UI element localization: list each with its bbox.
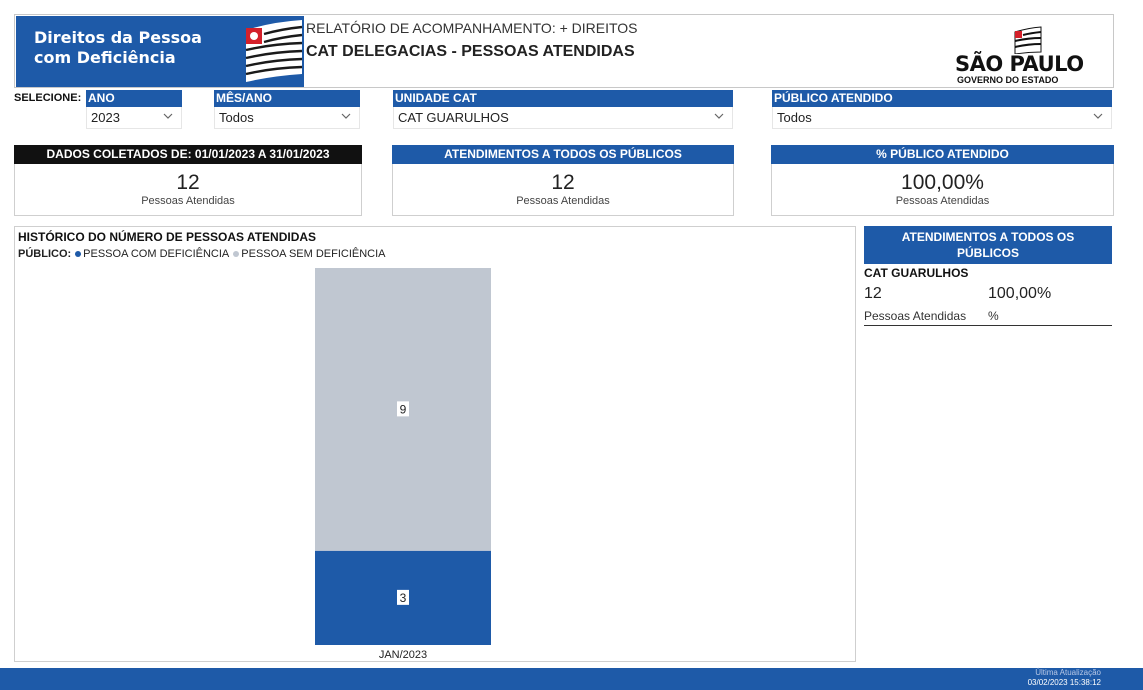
svg-text:9: 9	[400, 402, 407, 416]
sp-flag-icon	[242, 16, 304, 87]
side-panel-count: 12	[864, 285, 882, 302]
publico-atendido-dropdown[interactable]: Todos	[772, 107, 1112, 129]
slicer-mes-ano: MÊS/ANO Todos	[214, 90, 360, 129]
side-panel-percent: 100,00%	[988, 285, 1052, 302]
unidade-cat-dropdown[interactable]: CAT GUARULHOS	[393, 107, 733, 129]
brand-title-line1: Direitos da Pessoa	[34, 28, 202, 47]
card-percent-value: 100,00%	[901, 171, 984, 194]
side-panel-header-line2: PÚBLICOS	[956, 246, 1019, 260]
chevron-down-icon	[341, 113, 351, 119]
slicer-unidade-cat-label: UNIDADE CAT	[393, 90, 733, 107]
brand-title-line2: com Deficiência	[34, 48, 176, 67]
side-panel-divider	[864, 325, 1112, 326]
card-percent-caption: Pessoas Atendidas	[895, 195, 990, 207]
legend-marker	[75, 250, 82, 257]
card-period-value: 12	[176, 171, 200, 194]
slicer-mes-ano-label: MÊS/ANO	[214, 90, 360, 107]
card-percent-header: % PÚBLICO ATENDIDO	[771, 145, 1114, 164]
slicer-ano-label: ANO	[86, 90, 182, 107]
card-all-publics-caption: Pessoas Atendidas	[516, 195, 610, 207]
side-panel-count-caption: Pessoas Atendidas	[864, 309, 967, 323]
card-period: 12 Pessoas Atendidas	[14, 164, 362, 216]
ano-dropdown[interactable]: 2023	[86, 107, 182, 129]
chevron-down-icon	[714, 113, 724, 119]
side-panel-header: ATENDIMENTOS A TODOS OS PÚBLICOS	[864, 226, 1112, 264]
card-all-publics: 12 Pessoas Atendidas	[392, 164, 734, 216]
report-title: RELATÓRIO DE ACOMPANHAMENTO: + DIREITOS	[306, 20, 638, 36]
sao-paulo-logo: SÃO PAULO GOVERNO DO ESTADO	[955, 26, 1085, 86]
slicer-publico-atendido: PÚBLICO ATENDIDO Todos	[772, 90, 1112, 129]
chart-legend: PÚBLICO: PESSOA COM DEFICIÊNCIA PESSOA SEM…	[18, 248, 386, 260]
legend-item-com-deficiencia[interactable]: PESSOA COM DEFICIÊNCIA	[83, 248, 229, 260]
card-period-header: DADOS COLETADOS DE: 01/01/2023 A 31/01/2…	[14, 145, 362, 164]
chevron-down-icon	[1093, 113, 1103, 119]
card-all-publics-value: 12	[551, 171, 575, 194]
legend-marker	[233, 250, 240, 257]
mes-ano-dropdown[interactable]: Todos	[214, 107, 360, 129]
side-panel-percent-caption: %	[988, 309, 999, 323]
logo-main-text: SÃO PAULO	[955, 52, 1084, 76]
svg-text:3: 3	[400, 591, 407, 605]
brand-title: Direitos da Pessoa com Deficiência	[34, 28, 202, 68]
side-panel-header-line1: ATENDIMENTOS A TODOS OS	[901, 230, 1075, 244]
publico-atendido-dropdown-value: Todos	[777, 110, 812, 125]
select-label: SELECIONE:	[14, 92, 82, 104]
chevron-down-icon	[163, 113, 173, 119]
chart-title: HISTÓRICO DO NÚMERO DE PESSOAS ATENDIDAS	[18, 230, 317, 244]
bar-chart: 3 9 JAN/2023	[315, 268, 491, 661]
logo-sub-text: GOVERNO DO ESTADO	[957, 75, 1059, 85]
data-label: 3	[397, 589, 409, 605]
x-tick-label: JAN/2023	[379, 649, 427, 661]
side-panel-unit: CAT GUARULHOS	[864, 266, 969, 280]
last-update-date: 03/02/2023 15:38:12	[1027, 678, 1101, 687]
slicer-publico-atendido-label: PÚBLICO ATENDIDO	[772, 90, 1112, 107]
card-percent: 100,00% Pessoas Atendidas	[771, 164, 1114, 216]
mes-ano-dropdown-value: Todos	[219, 110, 254, 125]
card-all-publics-header: ATENDIMENTOS A TODOS OS PÚBLICOS	[392, 145, 734, 164]
footer-bar: Última Atualização 03/02/2023 15:38:12	[0, 668, 1143, 690]
report-subtitle: CAT DELEGACIAS - PESSOAS ATENDIDAS	[306, 43, 635, 60]
data-label: 9	[397, 401, 409, 417]
legend-title: PÚBLICO:	[18, 248, 72, 260]
legend-item-sem-deficiencia[interactable]: PESSOA SEM DEFICIÊNCIA	[241, 248, 385, 260]
slicer-unidade-cat: UNIDADE CAT CAT GUARULHOS	[393, 90, 733, 129]
card-period-caption: Pessoas Atendidas	[141, 195, 235, 207]
last-update-label: Última Atualização	[1035, 668, 1101, 677]
brand-box: Direitos da Pessoa com Deficiência	[16, 16, 242, 87]
slicer-ano: ANO 2023	[86, 90, 182, 129]
unidade-cat-dropdown-value: CAT GUARULHOS	[398, 110, 509, 125]
ano-dropdown-value: 2023	[91, 110, 120, 125]
